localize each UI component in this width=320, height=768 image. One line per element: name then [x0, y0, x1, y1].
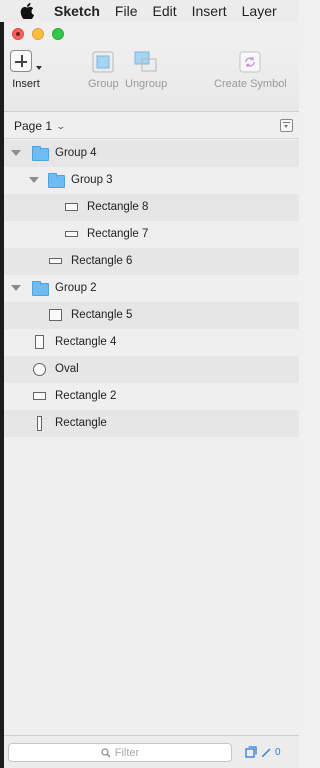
layer-name: Rectangle 6 — [71, 255, 133, 267]
menu-insert[interactable]: Insert — [192, 3, 227, 19]
layer-name: Rectangle 4 — [55, 336, 117, 348]
rectangle-icon — [49, 258, 62, 264]
chevron-down-icon: ⌄ — [55, 120, 67, 131]
layer-name: Rectangle 8 — [87, 201, 149, 213]
layer-row[interactable]: Rectangle 8 — [4, 194, 299, 221]
folder-icon — [32, 281, 49, 296]
pen-icon[interactable] — [260, 746, 272, 758]
group-icon — [92, 51, 114, 73]
menu-layer[interactable]: Layer — [242, 3, 277, 19]
disclosure-triangle-icon[interactable] — [11, 285, 21, 291]
rectangle-icon — [65, 231, 78, 237]
rectangle-icon — [35, 335, 44, 349]
layer-name: Rectangle — [55, 417, 107, 429]
page-name: Page 1 — [14, 119, 53, 133]
toolbar: Insert Group Ungroup Create Symbol — [4, 46, 299, 112]
layer-row[interactable]: Rectangle 2 — [4, 383, 299, 410]
ungroup-icon — [134, 51, 157, 72]
layer-row[interactable]: Rectangle — [4, 410, 299, 437]
rectangle-icon — [49, 309, 62, 321]
rectangle-icon — [37, 416, 42, 431]
plus-icon — [10, 50, 32, 72]
folder-icon — [32, 146, 49, 161]
close-window-button[interactable] — [12, 28, 24, 40]
dropdown-caret-icon — [36, 66, 42, 70]
layer-row[interactable]: Rectangle 4 — [4, 329, 299, 356]
minimize-window-button[interactable] — [32, 28, 44, 40]
create-symbol-label: Create Symbol — [214, 78, 287, 90]
rectangle-icon — [33, 392, 46, 400]
layer-row[interactable]: Group 2 — [4, 275, 299, 302]
zoom-window-button[interactable] — [52, 28, 64, 40]
menu-bar: Sketch File Edit Insert Layer — [0, 0, 299, 22]
menu-edit[interactable]: Edit — [152, 3, 176, 19]
layer-name: Group 4 — [55, 147, 97, 159]
disclosure-triangle-icon[interactable] — [29, 177, 39, 183]
ungroup-label: Ungroup — [125, 78, 168, 90]
layer-name: Rectangle 2 — [55, 390, 117, 402]
rectangle-icon — [65, 203, 78, 211]
layer-row[interactable]: Oval — [4, 356, 299, 383]
insert-button[interactable]: Insert — [10, 50, 42, 90]
symbols-filter-icon[interactable] — [245, 746, 257, 758]
bottom-bar: Filter 0 — [4, 735, 299, 768]
app-name-menu[interactable]: Sketch — [54, 3, 100, 19]
disclosure-triangle-icon[interactable] — [11, 150, 21, 156]
oval-icon — [33, 363, 46, 376]
bottom-controls: 0 — [245, 746, 281, 758]
folder-icon — [48, 173, 65, 188]
collapse-all-icon[interactable] — [280, 119, 293, 132]
page-header: Page 1 ⌄ — [4, 112, 299, 139]
filter-input[interactable]: Filter — [8, 743, 232, 762]
apple-icon[interactable] — [20, 3, 36, 19]
page-selector[interactable]: Page 1 ⌄ — [14, 119, 67, 133]
menu-file[interactable]: File — [115, 3, 138, 19]
symbol-icon — [239, 51, 261, 73]
layer-row[interactable]: Group 3 — [4, 167, 299, 194]
layer-row[interactable]: Group 4 — [4, 140, 299, 167]
layer-row[interactable]: Rectangle 7 — [4, 221, 299, 248]
ungroup-button[interactable]: Ungroup — [125, 50, 167, 90]
layer-list: Group 4 Group 3 Rectangle 8 Rectangle 7 … — [4, 140, 299, 437]
layer-name: Rectangle 7 — [87, 228, 149, 240]
layer-name: Rectangle 5 — [71, 309, 133, 321]
insert-label: Insert — [12, 78, 40, 90]
layer-row[interactable]: Rectangle 6 — [4, 248, 299, 275]
layer-name: Group 2 — [55, 282, 97, 294]
layer-name: Oval — [55, 363, 79, 375]
sketch-window: Insert Group Ungroup Create Symbol Page … — [4, 22, 299, 768]
create-symbol-button[interactable]: Create Symbol — [214, 50, 287, 90]
filter-placeholder: Filter — [114, 746, 140, 759]
group-button[interactable]: Group — [88, 50, 119, 90]
filter-count: 0 — [275, 746, 281, 758]
title-bar — [4, 22, 299, 46]
layer-row[interactable]: Rectangle 5 — [4, 302, 299, 329]
search-icon — [101, 747, 111, 758]
layer-name: Group 3 — [71, 174, 113, 186]
group-label: Group — [88, 78, 119, 90]
